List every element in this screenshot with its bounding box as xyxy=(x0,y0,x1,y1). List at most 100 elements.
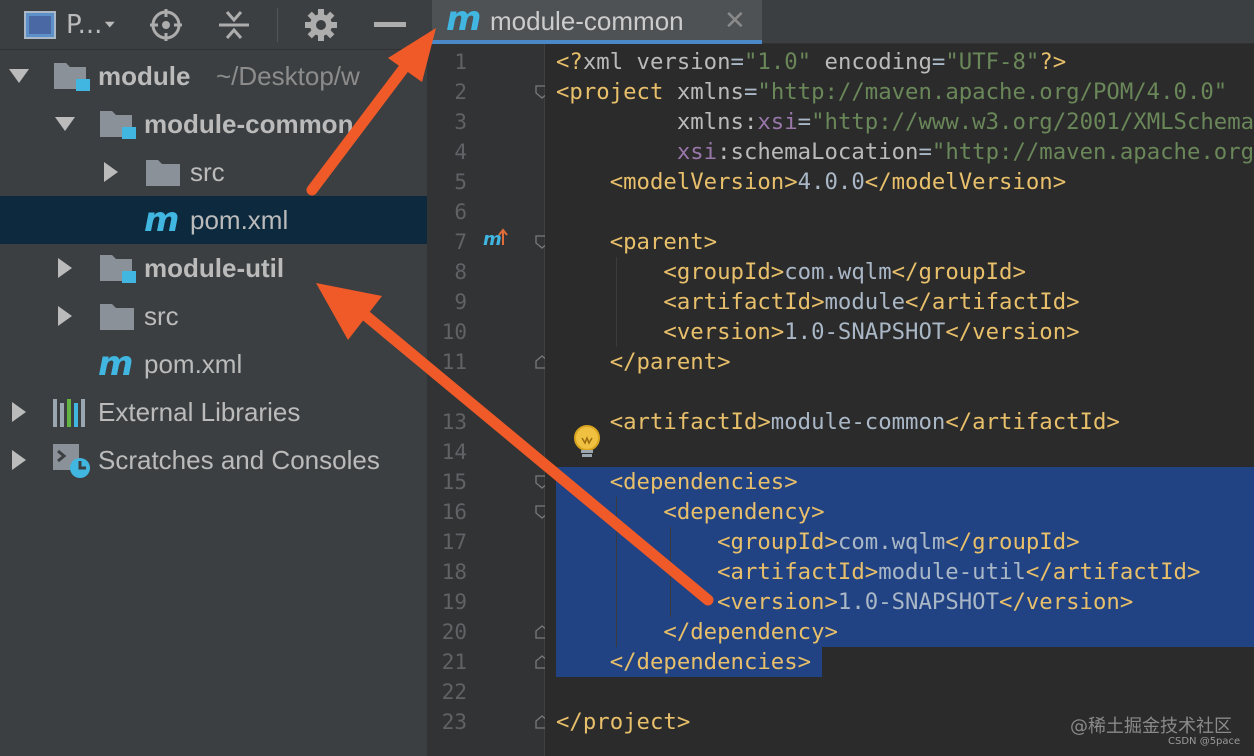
watermark: @稀土掘金技术社区 xyxy=(1070,716,1232,737)
code-token: <groupId> xyxy=(663,259,785,285)
code-token: xml version xyxy=(582,49,731,75)
line-number: 7 xyxy=(454,230,467,254)
code-token: <groupId> xyxy=(717,529,838,555)
code-token: <artifactId> xyxy=(663,289,825,315)
code-line: <dependency> xyxy=(556,497,824,527)
code-token: <project xyxy=(556,79,677,105)
code-token: <parent> xyxy=(609,229,718,255)
code-line: <artifactId>module-common</artifactId> xyxy=(556,407,1120,437)
project-tool-window: P... module ~/Desktop/w module-common sr… xyxy=(0,0,427,756)
collapse-all-icon[interactable] xyxy=(214,0,254,50)
line-number: 3 xyxy=(454,110,467,134)
expanded-arrow-icon[interactable] xyxy=(52,100,78,148)
code-token: </groupId> xyxy=(891,259,1026,285)
svg-text:m: m xyxy=(98,348,133,380)
tree-item-pom-xml-selected[interactable]: m pom.xml xyxy=(0,196,427,244)
libraries-icon xyxy=(52,388,90,436)
tree-item-module-common[interactable]: module-common xyxy=(0,100,427,148)
line-number: 5 xyxy=(454,170,467,194)
tree-item-label: External Libraries xyxy=(98,397,301,427)
code-token: </artifactId> xyxy=(905,289,1080,315)
expanded-arrow-icon[interactable] xyxy=(6,52,32,100)
tree-item-src[interactable]: src xyxy=(0,148,427,196)
project-view-label: P... xyxy=(66,10,103,40)
tree-item-label: module-common xyxy=(144,109,354,139)
locate-icon[interactable] xyxy=(146,0,186,50)
project-view-dropdown[interactable]: P... xyxy=(66,0,116,50)
code-token: </artifactId> xyxy=(1025,559,1201,585)
code-token: :schemaLocation xyxy=(717,139,919,165)
tree-item-module-util[interactable]: module-util xyxy=(0,244,427,292)
line-number: 13 xyxy=(441,410,467,434)
module-folder-icon xyxy=(52,52,92,100)
tab-module-common[interactable]: m module-common ✕ xyxy=(432,0,762,44)
tree-item-label: src xyxy=(144,301,179,331)
line-number: 6 xyxy=(454,200,467,224)
tree-item-pom-xml[interactable]: m pom.xml xyxy=(0,340,427,388)
tab-label: module-common xyxy=(490,6,684,36)
code-token: encoding xyxy=(811,49,932,75)
line-number: 19 xyxy=(441,590,467,614)
code-line: </dependencies> xyxy=(556,647,811,677)
collapsed-arrow-icon[interactable] xyxy=(6,388,32,436)
tree-item-scratches[interactable]: Scratches and Consoles xyxy=(0,436,427,484)
code-line: <artifactId>module-util</artifactId> xyxy=(556,557,1200,587)
code-token: ?> xyxy=(1039,49,1067,75)
project-view-icon[interactable] xyxy=(20,0,60,50)
code-token: module-common xyxy=(770,409,946,435)
code-token: </groupId> xyxy=(945,529,1080,555)
gear-icon[interactable] xyxy=(301,0,341,50)
tree-item-src[interactable]: src xyxy=(0,292,427,340)
hide-icon[interactable] xyxy=(370,0,410,50)
collapsed-arrow-icon[interactable] xyxy=(52,244,78,292)
code-token: "http://maven.apache.org/POM/4.0.0" xyxy=(757,79,1228,105)
line-number: 21 xyxy=(441,650,467,674)
code-token: "1.0" xyxy=(743,49,812,75)
collapsed-arrow-icon[interactable] xyxy=(98,148,124,196)
folder-icon xyxy=(144,148,182,196)
editor-gutter: 1 2 3 4 5 6 7 8 9 10 11 13 14 15 16 17 18 19 20 21 22 23 xyxy=(427,44,549,756)
code-editor[interactable]: <?xml version="1.0" encoding="UTF-8"?> <p… xyxy=(545,44,1254,756)
maven-parent-gutter-icon[interactable]: m xyxy=(483,227,509,253)
tree-item-external-libraries[interactable]: External Libraries xyxy=(0,388,427,436)
code-token: xsi xyxy=(676,139,718,165)
code-line: <version>1.0-SNAPSHOT</version> xyxy=(556,587,1133,617)
line-number: 1 xyxy=(454,50,467,74)
lightbulb-icon[interactable] xyxy=(568,422,606,464)
code-token: "UTF-8" xyxy=(945,49,1040,75)
code-token: module xyxy=(824,289,906,315)
tree-item-label: pom.xml xyxy=(144,349,243,379)
code-line: xsi:schemaLocation="http://maven.apache.… xyxy=(556,137,1254,167)
code-line: <artifactId>module</artifactId> xyxy=(556,287,1080,317)
code-token: 1.0-SNAPSHOT xyxy=(784,319,946,345)
line-number: 17 xyxy=(441,530,467,554)
code-line: <?xml version="1.0" encoding="UTF-8"?> xyxy=(556,47,1066,77)
code-token: "http://maven.apache.org/POM/4.0.0" xyxy=(931,139,1254,165)
collapsed-arrow-icon[interactable] xyxy=(52,292,78,340)
code-line: <modelVersion>4.0.0</modelVersion> xyxy=(556,167,1066,197)
tree-item-path: ~/Desktop/w xyxy=(216,61,360,91)
line-number: 2 xyxy=(454,80,467,104)
scratches-icon xyxy=(52,436,92,484)
code-token: xmlns xyxy=(676,79,744,105)
code-token: </dependency> xyxy=(663,619,838,645)
tree-item-module[interactable]: module ~/Desktop/w xyxy=(0,52,427,100)
code-token: = xyxy=(918,139,932,165)
collapsed-arrow-icon[interactable] xyxy=(6,436,32,484)
line-number: 14 xyxy=(441,440,467,464)
toolbar-separator xyxy=(277,8,278,42)
svg-text:m: m xyxy=(446,2,481,36)
code-line: <dependencies> xyxy=(556,467,798,497)
code-token: xmlns: xyxy=(676,109,758,135)
svg-text:m: m xyxy=(144,204,179,236)
code-line: <project xmlns="http://maven.apache.org/… xyxy=(556,77,1227,107)
close-icon[interactable]: ✕ xyxy=(724,0,746,40)
code-token: <modelVersion> xyxy=(609,169,798,195)
code-token: </parent> xyxy=(609,349,731,375)
